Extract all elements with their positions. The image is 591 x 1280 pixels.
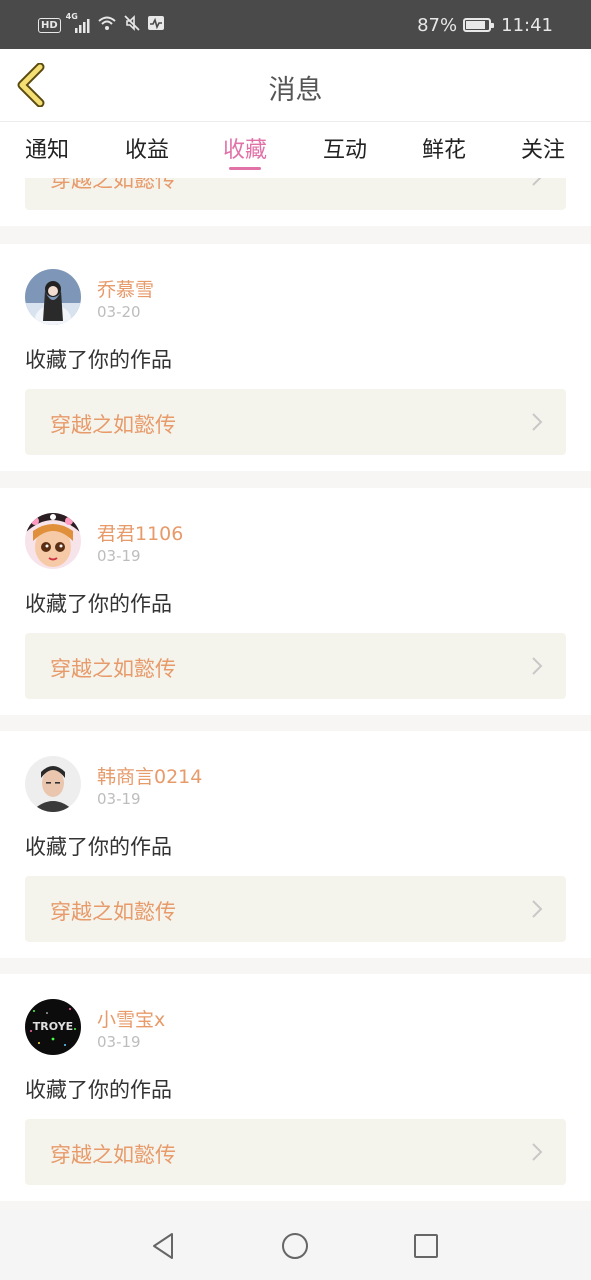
tab-favorites[interactable]: 收藏 [205,132,285,164]
signal-icon: 4G [66,12,91,33]
status-bar: HD 4G 87% 11:41 [0,0,591,49]
work-title: 穿越之如懿传 [50,178,176,192]
message-date: 03-19 [97,790,141,808]
tab-interactions[interactable]: 互动 [305,132,385,164]
list-item: 穿越之如懿传 [0,178,591,226]
top-app-bar: 消息 [0,49,591,122]
active-tab-indicator [229,167,261,170]
work-title: 穿越之如懿传 [50,900,176,924]
tab-notifications[interactable]: 通知 [7,132,87,164]
message-list[interactable]: 穿越之如懿传 乔慕雪 03-20 收藏了你的作品 穿越之如懿传 君君1106 0… [0,178,591,1210]
message-date: 03-19 [97,547,141,565]
work-title: 穿越之如懿传 [50,1143,176,1167]
tab-flowers[interactable]: 鲜花 [404,132,484,164]
chevron-right-icon [532,1143,543,1161]
battery-percent: 87% [417,14,458,36]
avatar[interactable] [25,513,81,569]
work-link[interactable]: 穿越之如懿传 [25,876,566,942]
message-date: 03-20 [97,303,141,321]
circle-home-icon[interactable] [279,1230,311,1262]
user-name[interactable]: 韩商言0214 [97,762,202,789]
wifi-icon [97,15,117,35]
hd-badge: HD [38,17,61,33]
chevron-right-icon [532,900,543,918]
action-text: 收藏了你的作品 [25,835,172,859]
list-item: 乔慕雪 03-20 收藏了你的作品 穿越之如懿传 [0,244,591,471]
action-text: 收藏了你的作品 [25,348,172,372]
action-text: 收藏了你的作品 [25,1078,172,1102]
network-type: 4G [65,12,78,21]
system-nav-bar [0,1210,591,1280]
work-link[interactable]: 穿越之如懿传 [25,389,566,455]
battery-icon [463,18,495,32]
triangle-back-icon[interactable] [148,1230,180,1262]
avatar[interactable]: TROYE [25,999,81,1055]
user-name[interactable]: 乔慕雪 [97,275,154,302]
avatar[interactable] [25,269,81,325]
mute-icon [123,14,141,36]
chevron-right-icon [532,413,543,431]
svg-text:TROYE: TROYE [33,1020,73,1033]
tab-bar: 通知 收益 收藏 互动 鲜花 关注 [0,122,591,178]
list-item: 君君1106 03-19 收藏了你的作品 穿越之如懿传 [0,488,591,715]
list-item: TROYE 小雪宝x 03-19 收藏了你的作品 穿越之如懿传 [0,974,591,1201]
tab-following[interactable]: 关注 [503,132,583,164]
work-link[interactable]: 穿越之如懿传 [25,178,566,210]
work-link[interactable]: 穿越之如懿传 [25,633,566,699]
user-name[interactable]: 小雪宝x [97,1005,165,1032]
square-recents-icon[interactable] [410,1230,442,1262]
status-icons-right: 87% 11:41 [417,12,553,38]
activity-icon [147,15,165,35]
work-title: 穿越之如懿传 [50,413,176,437]
tab-earnings[interactable]: 收益 [107,132,187,164]
chevron-right-icon [532,178,542,186]
action-text: 收藏了你的作品 [25,592,172,616]
status-icons-left: HD 4G [38,12,165,36]
message-date: 03-19 [97,1033,141,1051]
chevron-right-icon [532,657,543,675]
list-item: 韩商言0214 03-19 收藏了你的作品 穿越之如懿传 [0,731,591,958]
work-link[interactable]: 穿越之如懿传 [25,1119,566,1185]
user-name[interactable]: 君君1106 [97,519,183,546]
page-title: 消息 [268,75,323,106]
work-title: 穿越之如懿传 [50,657,176,681]
avatar[interactable] [25,756,81,812]
clock: 11:41 [501,14,553,36]
